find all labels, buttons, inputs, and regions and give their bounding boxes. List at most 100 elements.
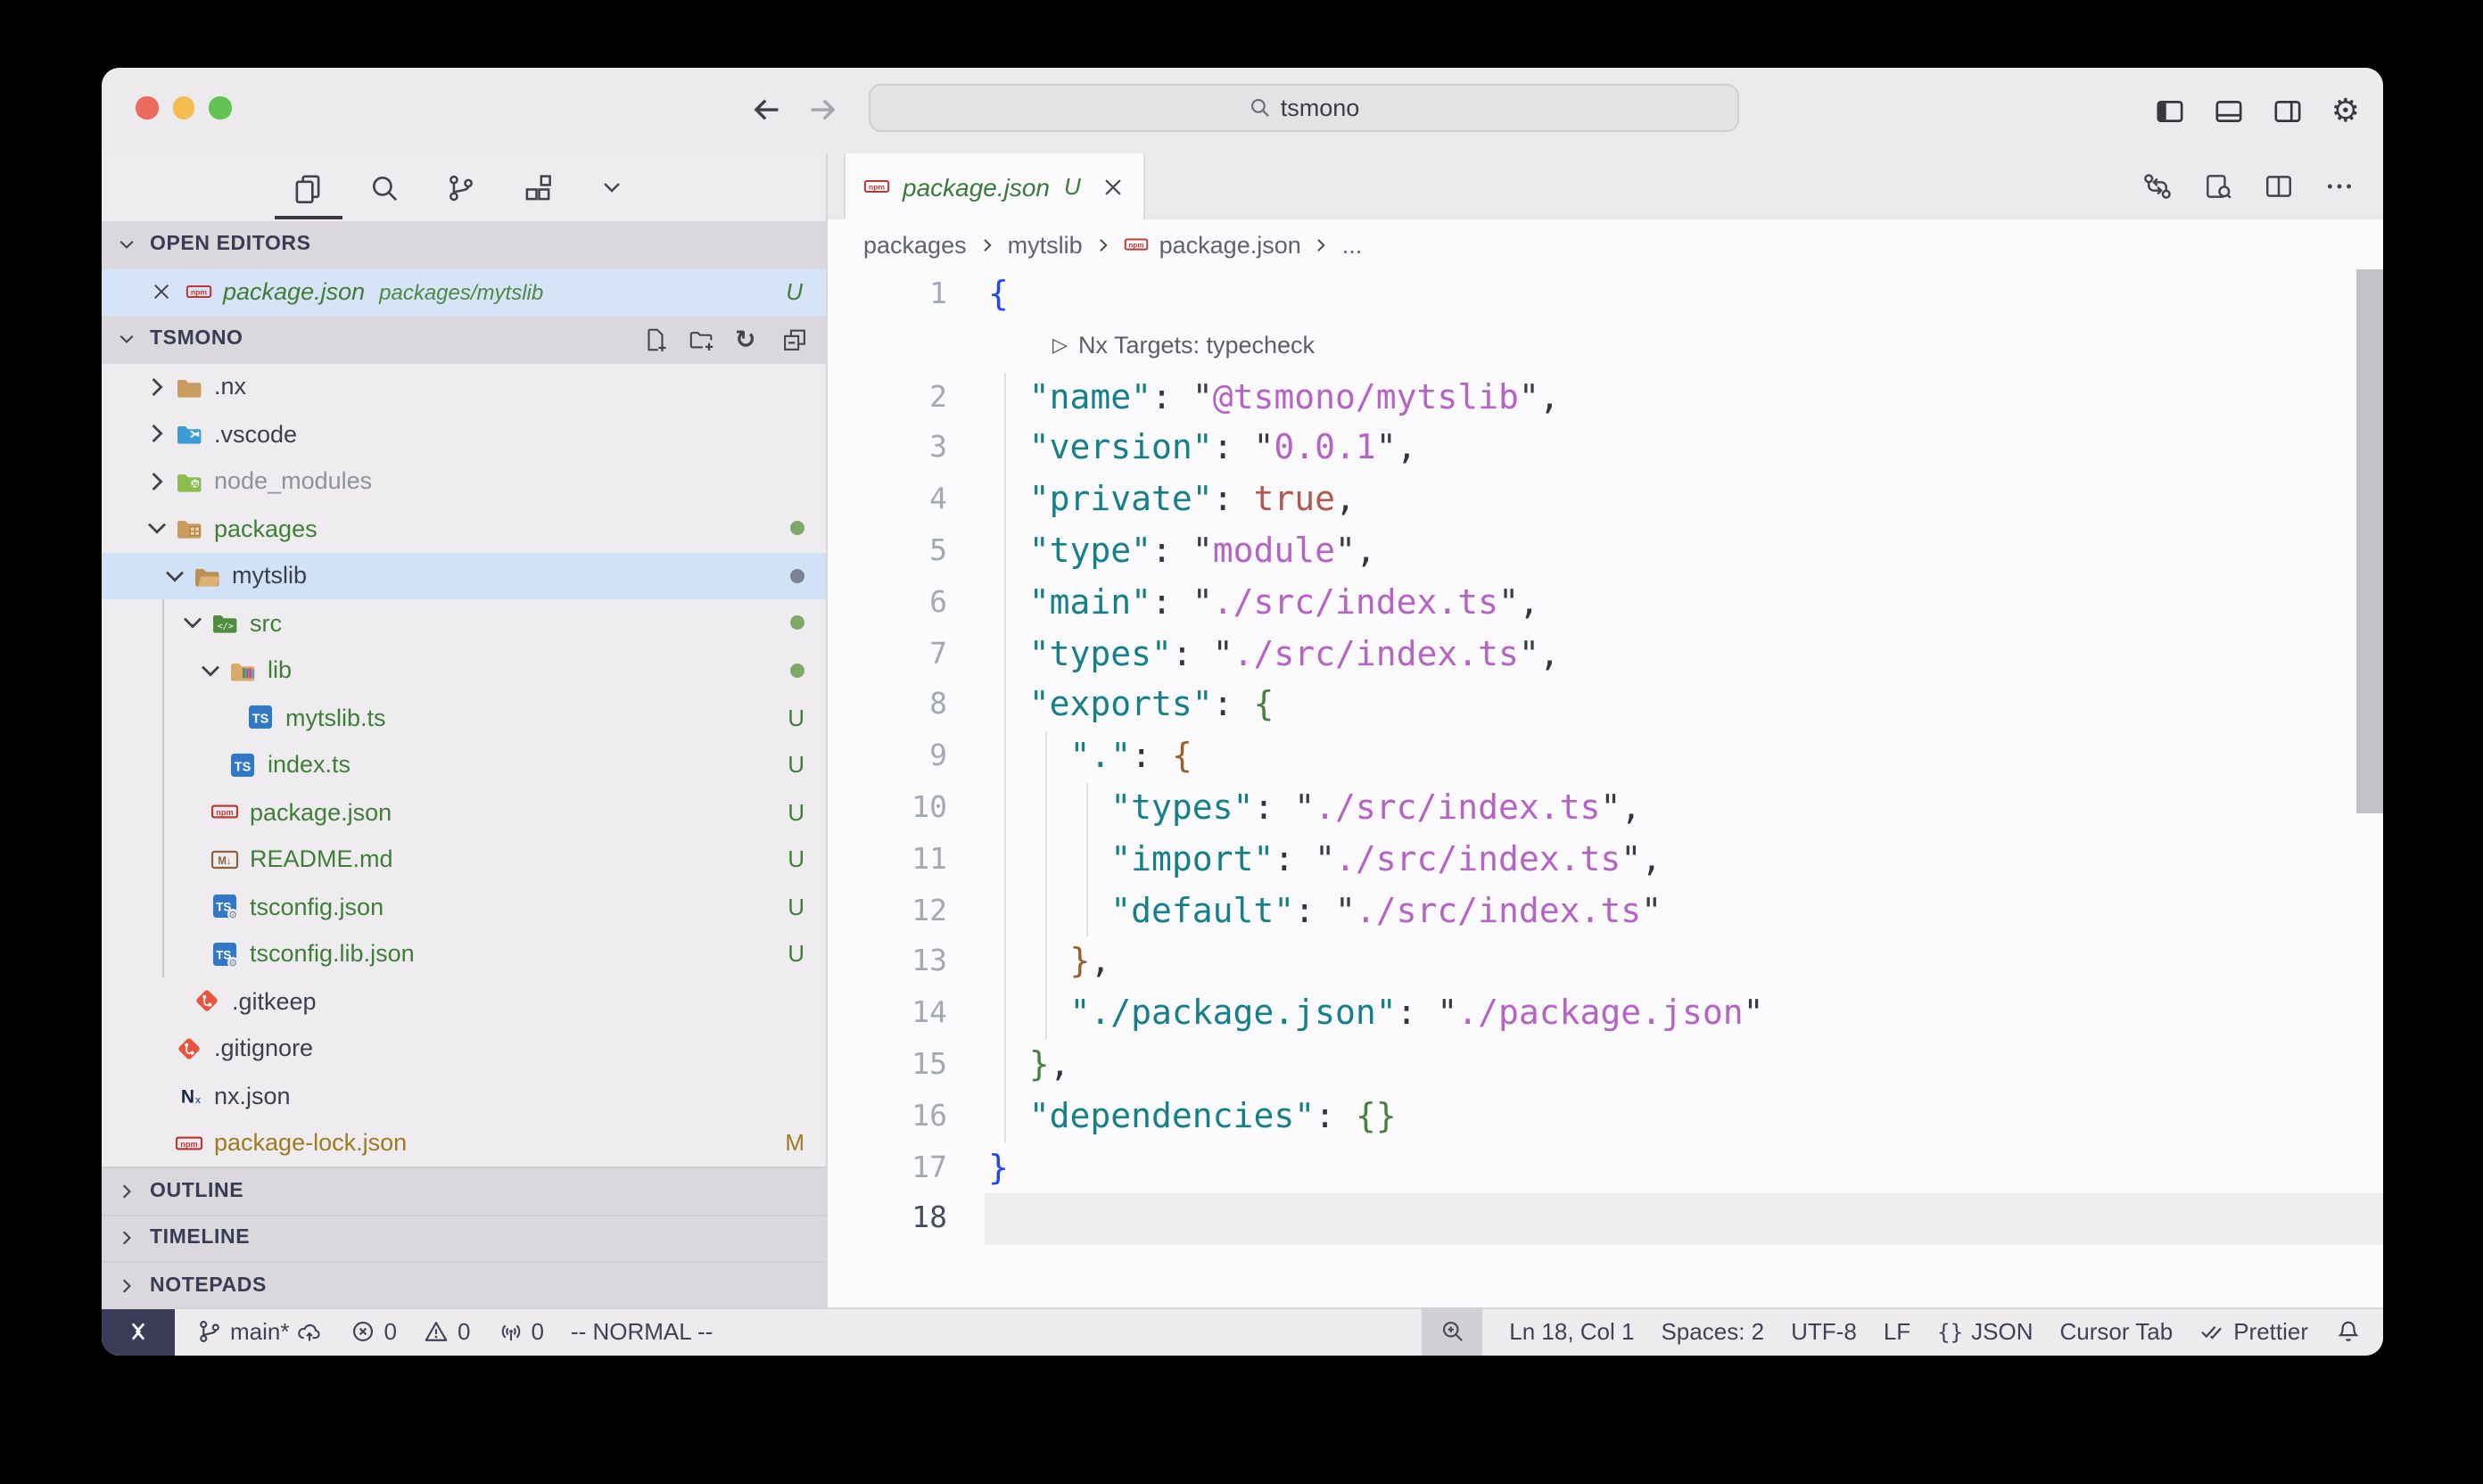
compare-icon[interactable] (2142, 171, 2173, 202)
code-line-3[interactable]: 3 "version": "0.0.1", (828, 424, 2383, 475)
toggle-secondary-sidebar-icon[interactable] (2273, 95, 2303, 126)
vim-mode[interactable]: -- NORMAL -- (571, 1319, 713, 1346)
tree-item-package-lock.json[interactable]: npmpackage-lock.jsonM (102, 1119, 826, 1167)
panel-timeline[interactable]: TIMELINE (102, 1214, 826, 1261)
open-editors-header[interactable]: OPEN EDITORS (102, 221, 826, 268)
close-icon[interactable] (1101, 174, 1126, 199)
tree-item-src[interactable]: </>src (102, 599, 826, 647)
notifications[interactable] (2335, 1319, 2362, 1346)
open-editor-item[interactable]: npm package.json packages/mytslib U (102, 268, 826, 316)
activity-extensions-icon[interactable] (523, 172, 553, 202)
back-arrow-icon[interactable] (751, 93, 783, 127)
gear-icon[interactable]: ⚙ (2331, 95, 2360, 127)
code-line-5[interactable]: 5 "type": "module", (828, 526, 2383, 578)
activity-more-icon[interactable] (599, 175, 624, 200)
code-line-8[interactable]: 8 "exports": { (828, 680, 2383, 732)
tree-item-mytslib.ts[interactable]: TSmytslib.tsU (102, 694, 826, 741)
close-icon[interactable] (150, 281, 173, 304)
breadcrumb-item[interactable]: ... (1342, 231, 1363, 258)
code-line-17[interactable]: 17} (828, 1142, 2383, 1194)
tree-item-package.json[interactable]: npmpackage.jsonU (102, 788, 826, 836)
branch-indicator[interactable]: main* (196, 1319, 324, 1346)
toggle-panel-icon[interactable] (2214, 95, 2244, 126)
ellipsis-icon[interactable] (2324, 171, 2355, 202)
toggle-sidebar-icon[interactable] (2155, 95, 2185, 126)
code-line-18[interactable]: 18 (828, 1194, 2383, 1246)
preview-search-icon[interactable] (2203, 171, 2233, 202)
open-editors-label: OPEN EDITORS (150, 235, 311, 256)
code-line-11[interactable]: 11 "import": "./src/index.ts", (828, 835, 2383, 886)
tree-item-tsconfig.lib.json[interactable]: TS⚙tsconfig.lib.jsonU (102, 930, 826, 977)
new-file-icon[interactable] (642, 326, 669, 353)
tree-item-lib[interactable]: lib (102, 647, 826, 694)
minimize-window-button[interactable] (172, 96, 194, 119)
code-line-6[interactable]: 6 "main": "./src/index.ts", (828, 578, 2383, 630)
code-line-16[interactable]: 16 "dependencies": {} (828, 1092, 2383, 1143)
new-folder-icon[interactable] (689, 326, 715, 353)
code-line-13[interactable]: 13 }, (828, 937, 2383, 989)
errors-indicator[interactable]: 0 (351, 1319, 397, 1346)
code-line-12[interactable]: 12 "default": "./src/index.ts" (828, 886, 2383, 937)
tree-item-README.md[interactable]: M↓README.mdU (102, 836, 826, 883)
tree-item-.gitignore[interactable]: .gitignore (102, 1025, 826, 1072)
tab-package-json[interactable]: npm package.json U (844, 153, 1145, 219)
tree-item-nx.json[interactable]: Nxnx.json (102, 1072, 826, 1119)
encoding[interactable]: UTF-8 (1791, 1319, 1857, 1346)
tree-item-label: .gitignore (214, 1035, 313, 1062)
play-icon: ▷ (1052, 323, 1068, 369)
close-window-button[interactable] (136, 96, 158, 119)
tree-item-mytslib[interactable]: mytslib (102, 552, 826, 599)
tree-item-.nx[interactable]: .nx (102, 363, 826, 410)
explorer-section-header[interactable]: TSMONO ↻ (102, 316, 826, 363)
ports-indicator[interactable]: 0 (497, 1319, 543, 1346)
command-center-search[interactable]: tsmono (869, 84, 1739, 132)
remote-icon (125, 1319, 152, 1346)
zoom-indicator[interactable] (1422, 1307, 1482, 1356)
breadcrumb-item[interactable]: packages (863, 231, 967, 258)
collapse-all-icon[interactable] (781, 326, 808, 353)
tree-item-packages[interactable]: packages (102, 505, 826, 552)
code-line-15[interactable]: 15 }, (828, 1040, 2383, 1092)
code-line-9[interactable]: 9 ".": { (828, 731, 2383, 783)
chevron-spacer (143, 1035, 171, 1063)
indentation[interactable]: Spaces: 2 (1661, 1319, 1764, 1346)
tree-item-.gitkeep[interactable]: .gitkeep (102, 977, 826, 1025)
editor-scrollbar[interactable] (2356, 269, 2383, 813)
tree-item-.vscode[interactable]: .vscode (102, 410, 826, 458)
codelens-run-link[interactable]: ▷Nx Targets: typecheck (1052, 321, 1315, 373)
tree-item-tsconfig.json[interactable]: TS⚙tsconfig.jsonU (102, 883, 826, 930)
remote-indicator[interactable] (102, 1308, 175, 1356)
refresh-icon[interactable]: ↻ (735, 326, 762, 353)
split-icon[interactable] (2264, 171, 2294, 202)
broadcast-icon (497, 1319, 524, 1346)
activity-explorer-icon[interactable] (293, 172, 323, 202)
code-line-2[interactable]: 2 "name": "@tsmono/mytslib", (828, 372, 2383, 424)
svg-text:TS: TS (235, 760, 252, 774)
language-mode[interactable]: {}JSON (1937, 1319, 2033, 1346)
activity-source-control-icon[interactable] (446, 172, 476, 202)
code-line-10[interactable]: 10 "types": "./src/index.ts", (828, 783, 2383, 835)
breadcrumb-item[interactable]: package.json (1159, 231, 1301, 258)
code-line-1[interactable]: 1{ (828, 269, 2383, 321)
status-label: Spaces: 2 (1661, 1319, 1764, 1346)
code-line-7[interactable]: 7 "types": "./src/index.ts", (828, 629, 2383, 680)
chevron-down-icon (116, 235, 137, 256)
code-line-4[interactable]: 4 "private": true, (828, 474, 2383, 526)
cursor-position[interactable]: Ln 18, Col 1 (1509, 1319, 1634, 1346)
activity-search-icon[interactable] (369, 172, 400, 202)
panel-notepads[interactable]: NOTEPADS (102, 1261, 826, 1307)
eol[interactable]: LF (1884, 1319, 1910, 1346)
tree-item-node_modules[interactable]: JSnode_modules (102, 458, 826, 505)
formatter[interactable]: Prettier (2199, 1319, 2308, 1346)
chevron-down-icon (116, 329, 137, 350)
code-editor[interactable]: 1{▷Nx Targets: typecheck2 "name": "@tsmo… (828, 269, 2383, 1307)
tree-item-index.ts[interactable]: TSindex.tsU (102, 741, 826, 788)
panel-outline[interactable]: OUTLINE (102, 1167, 826, 1214)
breadcrumb-item[interactable]: mytslib (1008, 231, 1083, 258)
tree-item-label: .gitkeep (232, 988, 317, 1015)
zoom-window-button[interactable] (209, 96, 231, 119)
cursor-tab[interactable]: Cursor Tab (2060, 1319, 2174, 1346)
warnings-indicator[interactable]: 0 (424, 1319, 470, 1346)
code-line-14[interactable]: 14 "./package.json": "./package.json" (828, 988, 2383, 1040)
forward-arrow-icon[interactable] (806, 93, 838, 127)
